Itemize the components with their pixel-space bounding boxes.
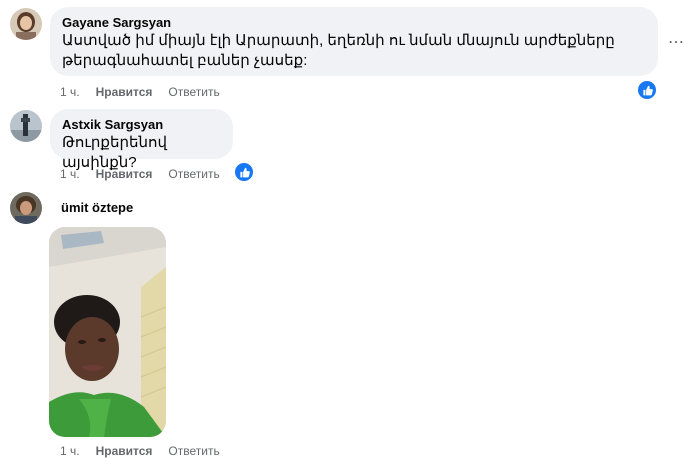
avatar[interactable] <box>10 8 42 40</box>
avatar-image <box>10 8 42 40</box>
comment-text: Աստված իմ միայն էլի Արարատի, եղեռնի ու ն… <box>62 32 615 49</box>
comment-timestamp[interactable]: 1 ч. <box>60 443 80 459</box>
comment-text-continued: թերագնահատել բաներ չասեք: <box>62 52 308 69</box>
comment-actions: 1 ч. Нравится Ответить <box>60 84 220 100</box>
reply-link[interactable]: Ответить <box>168 443 219 459</box>
avatar-image <box>10 192 42 224</box>
avatar[interactable] <box>10 110 42 142</box>
comment-author[interactable]: ümit öztepe <box>61 200 133 216</box>
like-reaction-icon[interactable] <box>637 80 657 100</box>
comment-timestamp[interactable]: 1 ч. <box>60 84 80 100</box>
like-reaction-icon[interactable] <box>234 162 254 182</box>
comment-actions: 1 ч. Нравится Ответить <box>60 443 220 459</box>
like-link[interactable]: Нравится <box>96 84 153 100</box>
reply-link[interactable]: Ответить <box>168 166 219 182</box>
comment-timestamp[interactable]: 1 ч. <box>60 166 80 182</box>
comment-actions: 1 ч. Нравится Ответить <box>60 166 220 182</box>
avatar-image <box>10 110 42 142</box>
like-link[interactable]: Нравится <box>96 166 153 182</box>
more-options-icon: ⋯ <box>668 34 684 51</box>
comment-author[interactable]: Astxik Sargsyan <box>62 117 221 133</box>
like-link[interactable]: Нравится <box>96 443 153 459</box>
comment-photo[interactable] <box>49 227 166 437</box>
comment-author[interactable]: Gayane Sargsyan <box>62 15 646 31</box>
more-options-button[interactable]: ⋯ <box>662 28 689 56</box>
comment-bubble: Gayane Sargsyan Աստված իմ միայն էլի Արար… <box>50 7 658 76</box>
photo-image <box>49 227 166 437</box>
avatar[interactable] <box>10 192 42 224</box>
thumbs-up-icon <box>642 85 653 95</box>
thumbs-up-icon <box>239 167 250 177</box>
comment-bubble: Astxik Sargsyan Թուրքերենով այսինքն? <box>50 109 233 171</box>
reply-link[interactable]: Ответить <box>168 84 219 100</box>
